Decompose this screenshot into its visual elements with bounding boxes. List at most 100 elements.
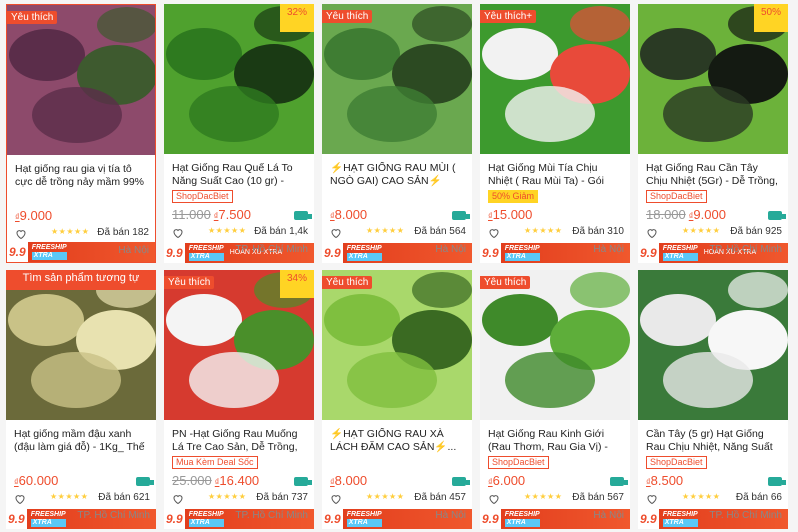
product-title[interactable]: ⚡HẠT GIỐNG RAU MÙI ( NGÒ GAI) CAO SẢN⚡ S…	[330, 162, 464, 188]
heart-icon[interactable]	[330, 492, 342, 505]
discount-badge: 34%	[280, 270, 314, 298]
xtra-label: XTRA	[346, 253, 382, 261]
price-value: 6.000	[492, 473, 526, 488]
product-image[interactable]	[480, 270, 630, 420]
product-image[interactable]	[480, 4, 630, 154]
heart-icon[interactable]	[488, 226, 500, 239]
promo-99: 9.9	[638, 509, 659, 529]
price-value: 8.000	[334, 207, 368, 222]
sold-count: Đã bán 66	[735, 492, 782, 503]
shop-location: TP. Hồ Chí Minh	[77, 510, 150, 521]
product-title[interactable]: Hạt Giống Mùi Tía Chịu Nhiệt ( Rau Mùi T…	[488, 162, 622, 188]
xtra-label: XTRA	[30, 519, 66, 527]
product-price: ₫8.000	[330, 473, 367, 488]
rating-stars: ★★★★★	[208, 226, 247, 235]
shop-location: Hà Nội	[593, 244, 624, 255]
product-price: ₫9.000	[15, 208, 52, 223]
product-title[interactable]: Hạt Giống Rau Quế Lá To Năng Suất Cao (1…	[172, 162, 306, 188]
product-card[interactable]: Yêu thích 34% 9.9 FREESHIP XTRA PN -Hạt Giống…	[164, 270, 314, 529]
product-title[interactable]: Cần Tây (5 gr) Hạt Giống Rau Chịu Nhiệt,…	[646, 428, 780, 454]
heart-icon[interactable]	[488, 492, 500, 505]
sold-count: Đã bán 925	[730, 226, 782, 237]
product-card[interactable]: Yêu thích 9.9 FREESHIP XTRA Hạt giống rau gi…	[6, 4, 156, 263]
discount-value: 50%	[760, 7, 781, 18]
promo-99: 9.9	[322, 243, 343, 263]
price-value: 7.500	[218, 207, 251, 222]
product-title[interactable]: ⚡HẠT GIỐNG RAU XÀ LÁCH ĐĂM CAO SẢN⚡...	[330, 428, 464, 454]
heart-icon[interactable]	[646, 492, 658, 505]
heart-icon[interactable]	[646, 226, 658, 239]
product-price: 11.000 ₫7.500	[172, 207, 251, 222]
product-title[interactable]: PN -Hạt Giống Rau Muống Lá Tre Cao Sản, …	[172, 428, 306, 454]
product-title[interactable]: Hạt giống mầm đậu xanh (đậu làm giá đỗ) …	[14, 428, 148, 454]
heart-icon[interactable]	[14, 492, 26, 505]
sold-count: Đã bán 457	[414, 492, 466, 503]
old-price: 25.000	[172, 473, 212, 488]
product-price: 25.000 ₫16.400	[172, 473, 259, 488]
shop-badge: ShopDacBiet	[488, 456, 549, 469]
freeship-label: FREESHIP XTRA	[346, 511, 382, 527]
product-title[interactable]: Hạt Giống Rau Kinh Giới (Rau Thơm, Rau G…	[488, 428, 622, 454]
freeship-label: FREESHIP XTRA	[346, 245, 382, 261]
rating-stars: ★★★★★	[524, 492, 563, 501]
xtra-label: XTRA	[662, 519, 698, 527]
freeship-label: FREESHIP XTRA	[504, 245, 540, 261]
product-card[interactable]: Yêu thích+ 9.9 FREESHIP XTRA Hạt Giống Mùi T…	[480, 4, 630, 263]
product-price: 18.000 ₫9.000	[646, 207, 726, 222]
old-price: 18.000	[646, 207, 686, 222]
product-image[interactable]	[7, 5, 155, 155]
product-image[interactable]	[6, 270, 156, 420]
shop-location: Hà Nội	[593, 510, 624, 521]
product-price: ₫60.000	[14, 473, 58, 488]
favorite-badge: Yêu thích	[480, 276, 531, 289]
shop-location: Hà Nội	[435, 510, 466, 521]
favorite-badge: Yêu thích	[164, 276, 215, 289]
product-card[interactable]: 9.9 FREESHIP XTRA Cần Tây (5 gr) Hạt Giống …	[638, 270, 788, 529]
discount-badge: 50%	[754, 4, 788, 32]
heart-icon[interactable]	[172, 492, 184, 505]
price-value: 15.000	[492, 207, 533, 222]
sold-count: Đã bán 310	[572, 226, 624, 237]
shop-location: Hà Nội	[118, 245, 149, 256]
product-price: ₫6.000	[488, 473, 525, 488]
sold-count: Đã bán 567	[572, 492, 624, 503]
xtra-label: XTRA	[504, 519, 540, 527]
sold-count: Đã bán 621	[98, 492, 150, 503]
promo-99: 9.9	[164, 509, 185, 529]
product-image[interactable]	[638, 270, 788, 420]
sold-count: Đã bán 564	[414, 226, 466, 237]
find-similar-button[interactable]: Tìm sản phẩm tương tự	[6, 270, 156, 290]
product-image[interactable]	[322, 4, 472, 154]
product-title[interactable]: Hạt giống rau gia vị tía tô cực dễ trồng…	[15, 163, 149, 189]
xtra-label: XTRA	[504, 253, 540, 261]
freeship-label: FREESHIP XTRA	[662, 511, 698, 527]
heart-icon[interactable]	[330, 226, 342, 239]
heart-icon[interactable]	[15, 227, 27, 240]
product-image[interactable]	[322, 270, 472, 420]
promo-99: 9.9	[480, 243, 501, 263]
shop-badge: ShopDacBiet	[646, 456, 707, 469]
product-card[interactable]: Yêu thích 9.9 FREESHIP XTRA ⚡HẠT GIỐNG RAU M…	[322, 4, 472, 263]
product-card[interactable]: 32% 9.9 FREESHIP XTRA HOÀN XU XTRA Hạt Giống …	[164, 4, 314, 263]
shop-location: TP. Hồ Chí Minh	[235, 510, 308, 521]
shop-badge: 50% Giảm	[488, 190, 539, 203]
product-card[interactable]: Yêu thích 9.9 FREESHIP XTRA ⚡HẠT GIỐNG RAU X…	[322, 270, 472, 529]
freeship-label: FREESHIP XTRA	[504, 511, 540, 527]
rating-stars: ★★★★★	[366, 492, 405, 501]
shop-badge: ShopDacBiet	[646, 190, 707, 203]
discount-badge: 32%	[280, 4, 314, 32]
product-card[interactable]: 50% 9.9 FREESHIP XTRA HOÀN XU XTRA Hạt Giống …	[638, 4, 788, 263]
free-shipping-icon	[294, 477, 312, 486]
promo-99: 9.9	[480, 509, 501, 529]
discount-value: 34%	[286, 273, 307, 284]
product-title[interactable]: Hạt Giống Rau Cần Tây Chịu Nhiệt (5Gr) -…	[646, 162, 780, 188]
xtra-label: XTRA	[346, 519, 382, 527]
shop-location: TP. Hồ Chí Minh	[709, 244, 782, 255]
sold-count: Đã bán 182	[97, 227, 149, 238]
heart-icon[interactable]	[172, 226, 184, 239]
product-price: ₫8.500	[646, 473, 683, 488]
product-card[interactable]: Yêu thích9.9FREESHIPXTRATìm sản phẩm tươ…	[6, 270, 156, 529]
shop-location: TP. Hồ Chí Minh	[709, 510, 782, 521]
xtra-label: XTRA	[188, 519, 224, 527]
product-card[interactable]: Yêu thích 9.9 FREESHIP XTRA Hạt Giống Rau Ki…	[480, 270, 630, 529]
